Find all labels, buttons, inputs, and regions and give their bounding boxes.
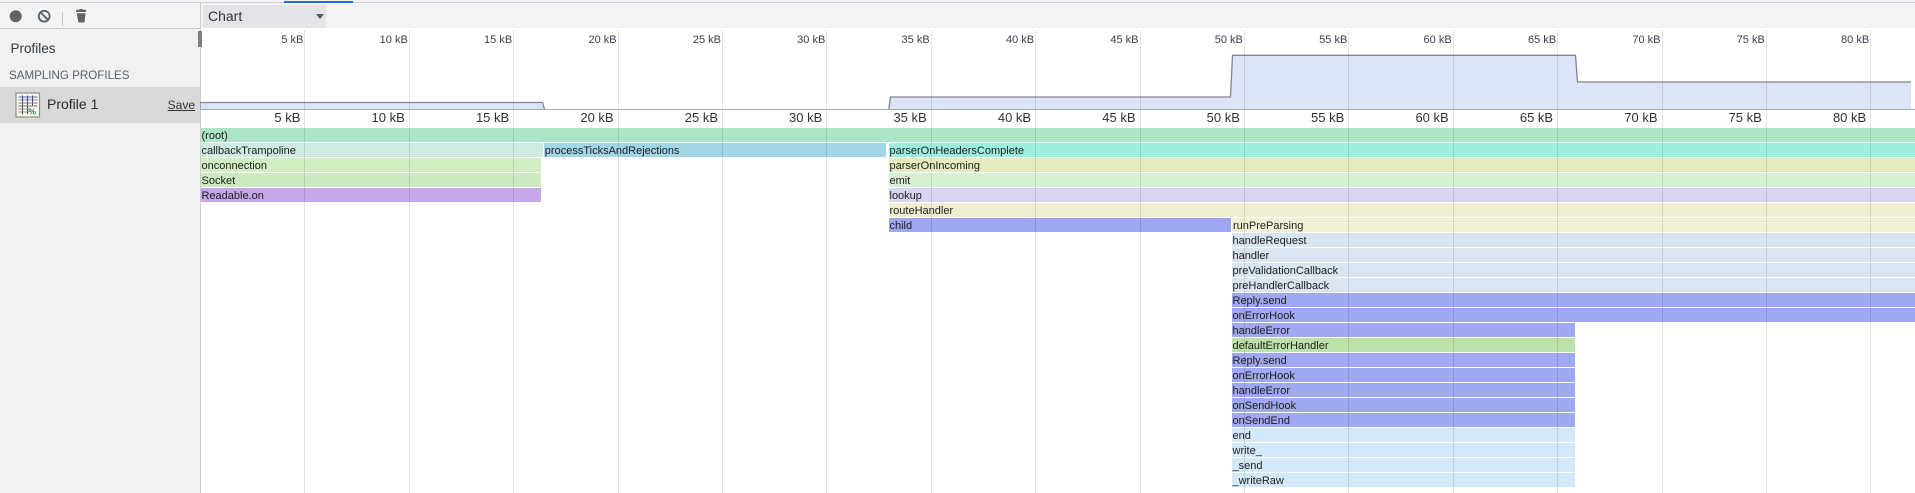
svg-text:%: % <box>29 107 37 117</box>
